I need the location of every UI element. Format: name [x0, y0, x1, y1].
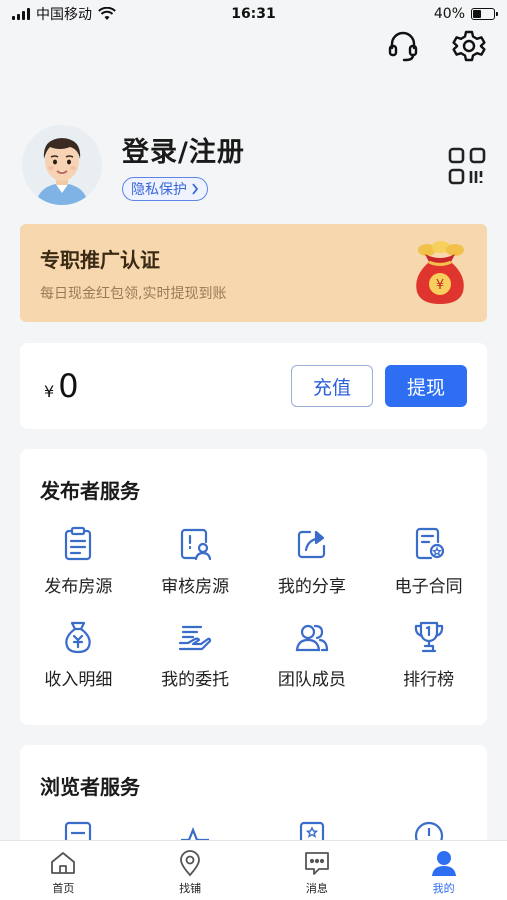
balance-amount: 0	[58, 367, 79, 405]
tab-label: 找铺	[179, 882, 202, 895]
battery-icon	[471, 8, 498, 20]
tab-find-shop[interactable]: 找铺	[127, 841, 254, 900]
promo-subtitle: 每日现金红包领,实时提现到账	[40, 286, 227, 302]
red-envelope-bag-icon: ¥	[411, 240, 469, 306]
service-label: 我的委托	[161, 670, 230, 690]
tab-label: 首页	[52, 882, 75, 895]
service-label: 收入明细	[44, 670, 113, 690]
service-income-detail[interactable]: 收入明细	[20, 619, 137, 690]
profile-text: 登录/注册 隐私保护	[122, 130, 245, 201]
user-icon	[431, 851, 456, 876]
status-right: 40%	[433, 6, 498, 22]
headset-icon[interactable]	[385, 28, 421, 64]
service-leaderboard[interactable]: 排行榜	[370, 619, 487, 690]
publisher-services-card: 发布者服务 发布房源 审核房源 我的分享 电子合同 收入明细 我的委托 团队成员…	[20, 449, 487, 725]
clipboard-list-icon	[65, 526, 92, 561]
home-icon	[51, 852, 76, 874]
service-review-listing[interactable]: 审核房源	[137, 526, 254, 597]
service-label: 排行榜	[403, 670, 455, 690]
status-bar: 中国移动 16:31 40%	[0, 0, 507, 28]
avatar[interactable]	[22, 125, 102, 205]
balance-card: ¥ 0 充值 提现	[20, 343, 487, 429]
money-bag-icon	[65, 621, 92, 654]
bottom-tab-bar: 首页 找铺 消息 我的	[0, 840, 507, 900]
publisher-services-grid: 发布房源 审核房源 我的分享 电子合同 收入明细 我的委托 团队成员 排行榜	[20, 504, 487, 690]
chevron-right-icon	[192, 182, 199, 195]
signal-icon	[12, 8, 30, 20]
qr-code-icon[interactable]	[447, 146, 487, 186]
currency-symbol: ¥	[44, 381, 55, 401]
carrier-label: 中国移动	[36, 7, 92, 23]
header-actions	[385, 28, 487, 64]
message-icon	[304, 852, 329, 875]
tab-messages[interactable]: 消息	[254, 841, 381, 900]
service-label: 团队成员	[277, 670, 346, 690]
service-label: 电子合同	[394, 577, 463, 597]
trophy-icon	[414, 621, 443, 653]
status-left: 中国移动	[12, 4, 116, 24]
service-e-contract[interactable]: 电子合同	[370, 526, 487, 597]
tab-home[interactable]: 首页	[0, 841, 127, 900]
publisher-services-title: 发布者服务	[40, 479, 140, 503]
tab-label: 消息	[305, 882, 328, 895]
service-team-members[interactable]: 团队成员	[254, 619, 371, 690]
promo-banner[interactable]: 专职推广认证 每日现金红包领,实时提现到账 ¥	[20, 224, 487, 322]
gear-icon[interactable]	[451, 28, 487, 64]
privacy-button[interactable]: 隐私保护	[122, 176, 208, 201]
promo-bag-currency: ¥	[436, 278, 444, 293]
handshake-icon	[179, 625, 212, 651]
contract-icon	[415, 527, 444, 560]
profile-section: 登录/注册 隐私保护	[22, 124, 487, 206]
service-label: 发布房源	[44, 577, 113, 597]
review-icon	[181, 528, 212, 561]
balance-actions: 充值 提现	[291, 365, 467, 407]
tab-label: 我的	[432, 882, 455, 895]
login-register-link[interactable]: 登录/注册	[122, 130, 245, 169]
viewer-services-title: 浏览者服务	[40, 775, 140, 799]
service-label: 审核房源	[161, 577, 230, 597]
withdraw-button[interactable]: 提现	[385, 365, 467, 407]
battery-percent: 40%	[433, 6, 465, 22]
team-icon	[295, 624, 328, 652]
recharge-button[interactable]: 充值	[291, 365, 373, 407]
privacy-label: 隐私保护	[131, 181, 187, 198]
promo-title: 专职推广认证	[40, 248, 160, 272]
service-publish-listing[interactable]: 发布房源	[20, 526, 137, 597]
service-label: 我的分享	[277, 577, 346, 597]
tab-mine[interactable]: 我的	[380, 841, 507, 900]
share-icon	[297, 530, 325, 559]
wifi-icon	[98, 7, 116, 20]
service-my-share[interactable]: 我的分享	[254, 526, 371, 597]
location-pin-icon	[180, 850, 201, 877]
service-my-commission[interactable]: 我的委托	[137, 619, 254, 690]
